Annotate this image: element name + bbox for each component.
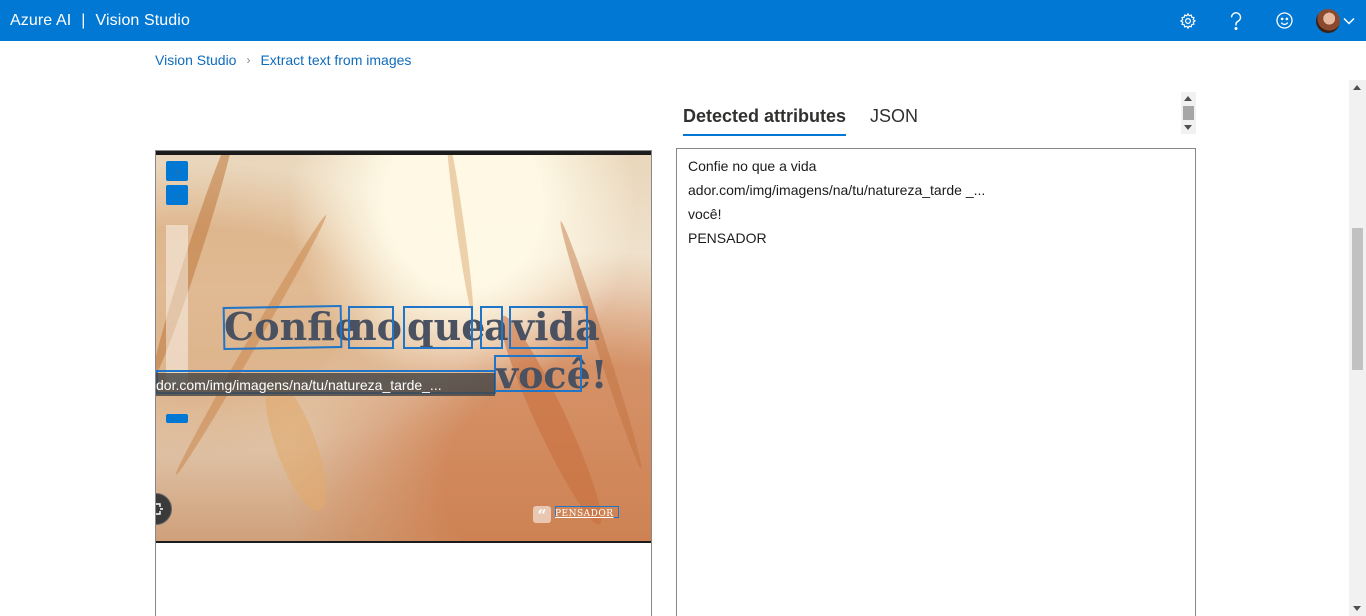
breadcrumb-current-link[interactable]: Extract text from images [260, 52, 411, 68]
smiley-icon [1275, 12, 1293, 29]
brand[interactable]: Azure AI | Vision Studio [10, 0, 190, 41]
fit-icon [156, 503, 163, 515]
zoom-slider-track[interactable] [166, 225, 188, 385]
brand-separator: | [81, 11, 86, 29]
image-canvas[interactable]: + − Confie no que a vida você! dor.com/i… [156, 151, 651, 543]
detected-text-panel: Confie no que a vida ador.com/img/imagen… [676, 148, 1196, 616]
tabs-scrollbar[interactable] [1181, 92, 1196, 134]
chevron-down-icon [1343, 17, 1355, 25]
zoom-in-button[interactable]: + [166, 161, 188, 181]
scroll-thumb[interactable] [1183, 106, 1194, 120]
watermark-text: PENSADOR [555, 509, 614, 519]
wheat-stalk [443, 155, 477, 315]
tab-json[interactable]: JSON [870, 96, 918, 136]
image-viewer: + − Confie no que a vida você! dor.com/i… [155, 150, 652, 616]
product-name: Azure AI [10, 11, 72, 29]
top-bar: Azure AI | Vision Studio [0, 0, 1366, 41]
account-menu[interactable] [1308, 0, 1366, 41]
page-scrollbar[interactable] [1349, 80, 1366, 616]
top-actions [1164, 0, 1366, 41]
help-button[interactable] [1212, 0, 1260, 41]
chevron-right-icon: › [246, 53, 251, 67]
settings-button[interactable] [1164, 0, 1212, 41]
zoom-out-button[interactable]: − [166, 185, 188, 205]
scroll-down-arrow-icon[interactable] [1184, 125, 1192, 130]
zoom-slider-handle[interactable] [166, 414, 188, 423]
detected-text-line: você! [688, 206, 722, 222]
detected-text-line: Confie no que a vida [688, 158, 817, 174]
scroll-up-arrow-icon[interactable] [1353, 85, 1361, 90]
result-tabs: Detected attributes JSON [683, 96, 918, 136]
page-scroll-thumb[interactable] [1352, 228, 1363, 370]
quote-logo-icon: “ [533, 506, 551, 525]
feedback-button[interactable] [1260, 0, 1308, 41]
word-bounding-box[interactable] [494, 355, 582, 392]
word-bounding-box[interactable] [480, 306, 503, 349]
breadcrumb: Vision Studio › Extract text from images [155, 51, 411, 69]
gear-icon [1179, 12, 1197, 29]
help-icon [1230, 11, 1242, 30]
detected-text-line: ador.com/img/imagens/na/tu/natureza_tard… [688, 182, 986, 198]
text-tooltip: dor.com/img/imagens/na/tu/natureza_tarde… [156, 373, 495, 396]
app-name: Vision Studio [95, 11, 190, 29]
scroll-down-arrow-icon[interactable] [1353, 606, 1361, 611]
detected-text-line: PENSADOR [688, 230, 767, 246]
word-bounding-box[interactable] [348, 306, 394, 349]
breadcrumb-home-link[interactable]: Vision Studio [155, 52, 236, 68]
tab-detected-attributes[interactable]: Detected attributes [683, 96, 847, 136]
word-bounding-box[interactable] [222, 304, 343, 351]
scroll-up-arrow-icon[interactable] [1184, 96, 1192, 101]
word-bounding-box[interactable] [403, 306, 473, 349]
fit-to-screen-button[interactable] [156, 493, 172, 525]
avatar [1316, 8, 1340, 33]
word-bounding-box[interactable] [509, 306, 588, 349]
